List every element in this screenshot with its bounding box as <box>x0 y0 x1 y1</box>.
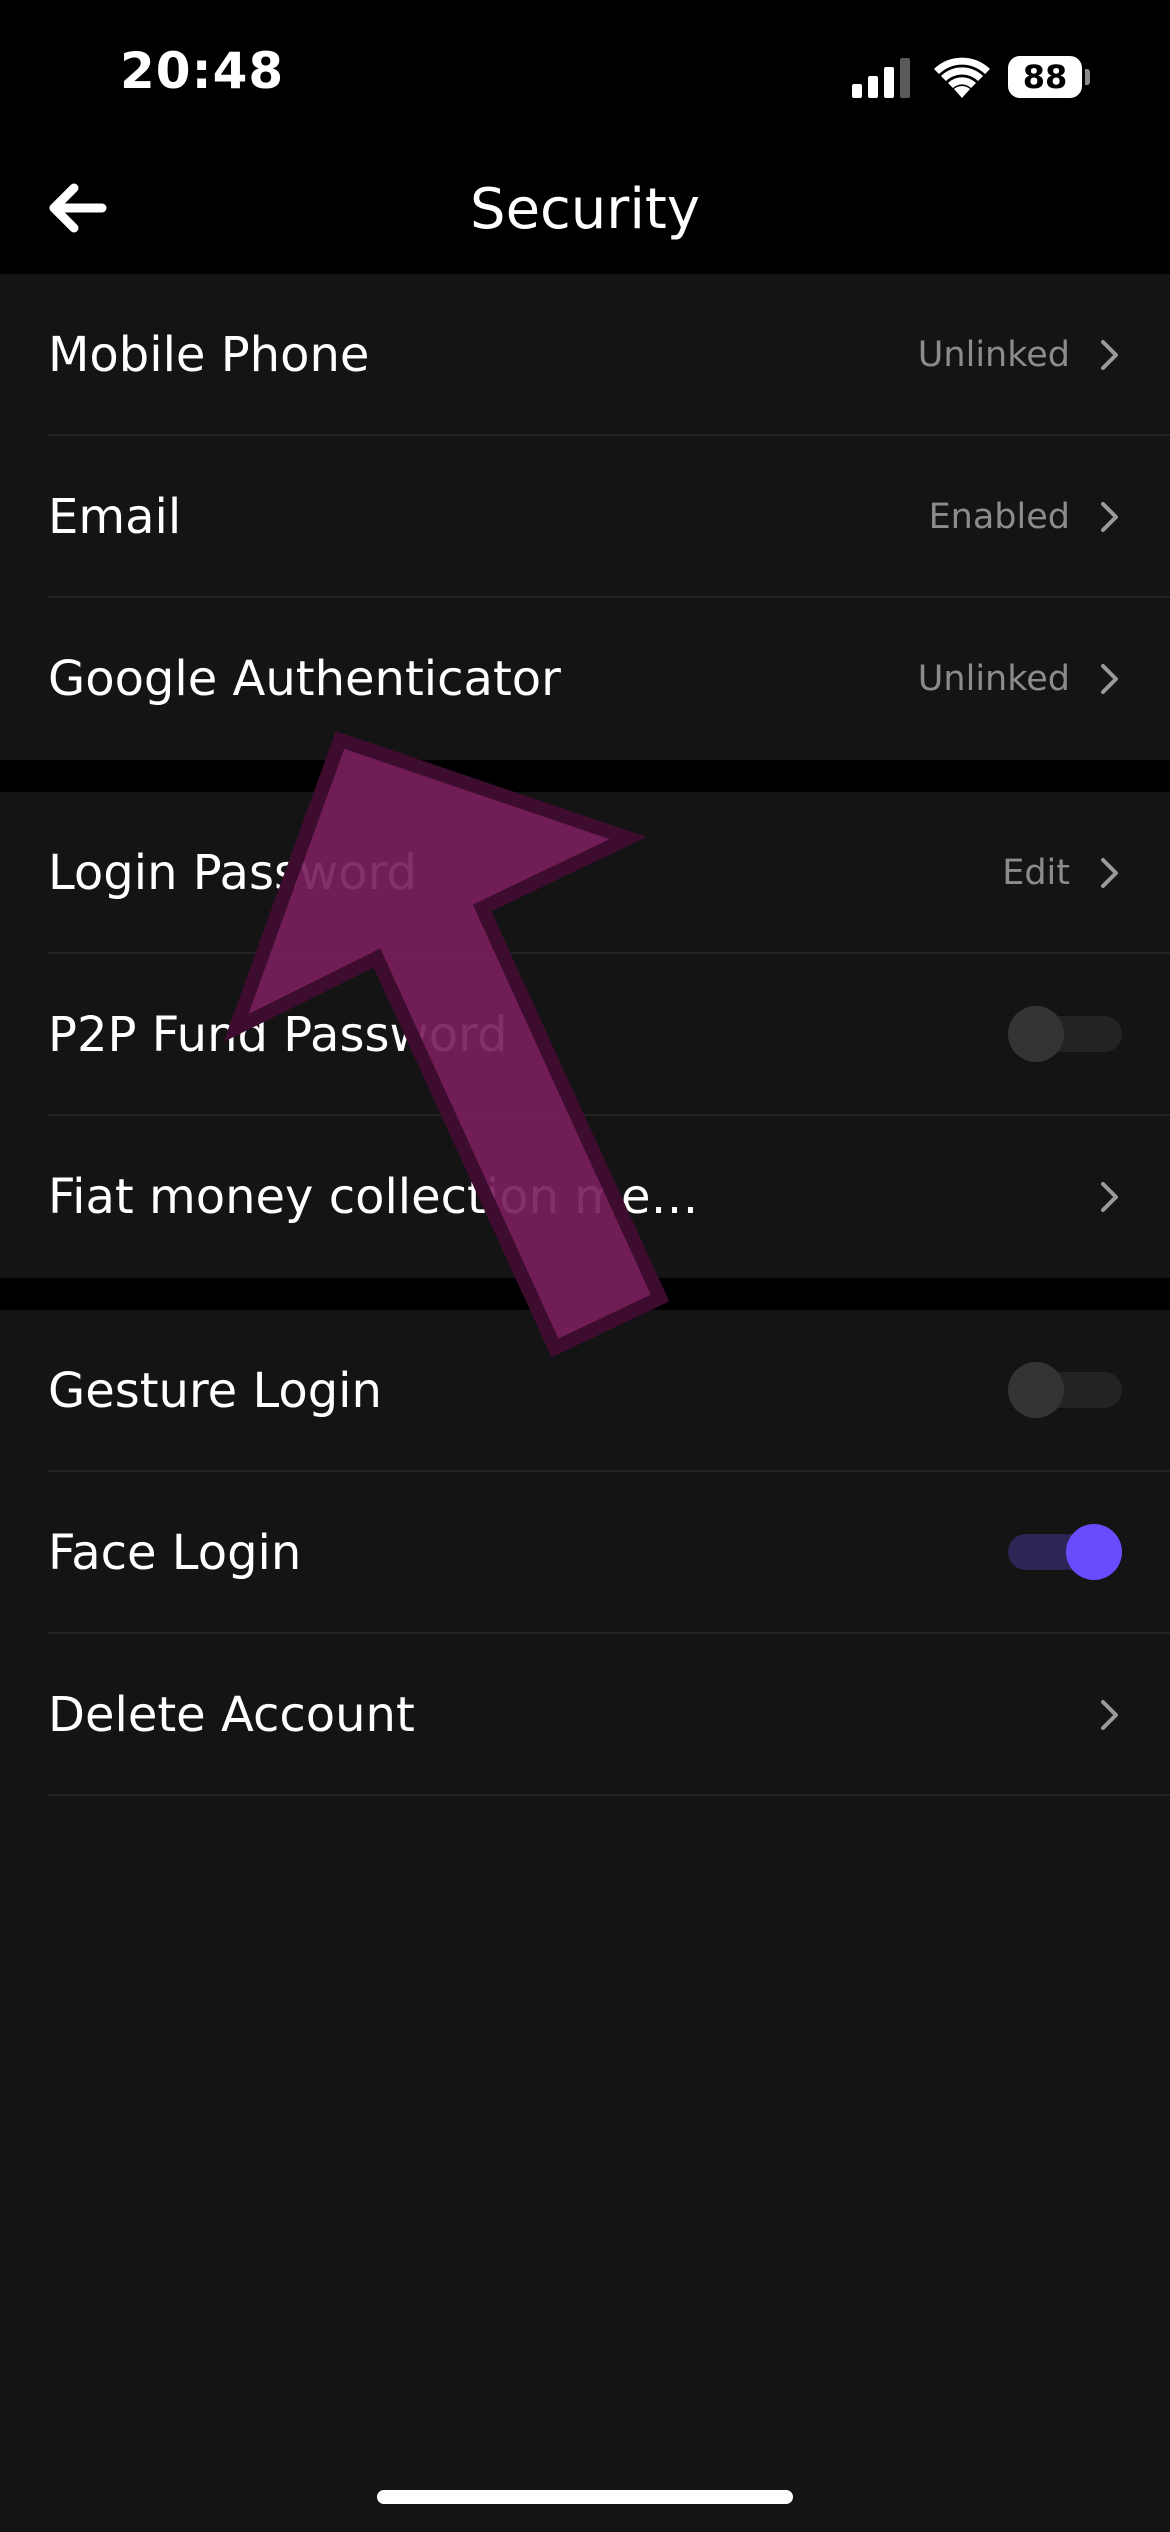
page-title: Security <box>470 177 700 242</box>
row-label: Google Authenticator <box>48 651 561 707</box>
status-time: 20:48 <box>120 42 285 100</box>
row-label: Mobile Phone <box>48 327 370 383</box>
row-label: Email <box>48 489 182 545</box>
status-bar: 20:48 88 <box>0 0 1170 150</box>
arrow-left-icon <box>49 183 107 233</box>
row-label: P2P Fund Password <box>48 1007 508 1063</box>
row-divider <box>48 1794 1170 1796</box>
settings-group-passwords: Login Password Edit P2P Fund Password Fi… <box>0 792 1170 1278</box>
p2p-fund-password-toggle[interactable] <box>1008 1006 1122 1062</box>
row-label: Login Password <box>48 845 417 901</box>
chevron-right-icon <box>1101 502 1118 532</box>
toggle-knob <box>1066 1524 1122 1580</box>
battery-level: 88 <box>1022 58 1068 96</box>
row-delete-account[interactable]: Delete Account <box>0 1634 1170 1796</box>
row-mobile-phone[interactable]: Mobile Phone Unlinked <box>0 274 1170 436</box>
battery-icon: 88 <box>1008 56 1090 100</box>
toggle-knob <box>1008 1006 1064 1062</box>
battery-nub <box>1085 69 1090 85</box>
chevron-right-icon <box>1101 340 1118 370</box>
gesture-login-toggle[interactable] <box>1008 1362 1122 1418</box>
row-status: Edit <box>1002 853 1070 893</box>
row-fiat-money-collection[interactable]: Fiat money collection me… <box>0 1116 1170 1278</box>
row-label: Gesture Login <box>48 1363 382 1419</box>
chevron-right-icon <box>1101 858 1118 888</box>
home-indicator <box>377 2490 793 2504</box>
row-google-authenticator[interactable]: Google Authenticator Unlinked <box>0 598 1170 760</box>
nav-bar: Security <box>0 150 1170 274</box>
row-status: Enabled <box>928 497 1070 537</box>
row-label: Delete Account <box>48 1687 415 1743</box>
settings-group-verification: Mobile Phone Unlinked Email Enabled Goog… <box>0 274 1170 760</box>
chevron-right-icon <box>1101 1182 1118 1212</box>
cellular-signal-icon <box>852 58 910 98</box>
back-button[interactable] <box>40 168 120 248</box>
wifi-icon <box>934 57 990 98</box>
chevron-right-icon <box>1101 664 1118 694</box>
row-email[interactable]: Email Enabled <box>0 436 1170 598</box>
row-status: Unlinked <box>917 659 1070 699</box>
row-p2p-fund-password: P2P Fund Password <box>0 954 1170 1116</box>
row-label: Face Login <box>48 1525 302 1581</box>
settings-group-login: Gesture Login Face Login Delete Account <box>0 1310 1170 2532</box>
row-login-password[interactable]: Login Password Edit <box>0 792 1170 954</box>
row-status: Unlinked <box>917 335 1070 375</box>
row-face-login: Face Login <box>0 1472 1170 1634</box>
chevron-right-icon <box>1101 1700 1118 1730</box>
face-login-toggle[interactable] <box>1008 1524 1122 1580</box>
row-gesture-login: Gesture Login <box>0 1310 1170 1472</box>
row-label: Fiat money collection me… <box>48 1169 699 1225</box>
toggle-knob <box>1008 1362 1064 1418</box>
